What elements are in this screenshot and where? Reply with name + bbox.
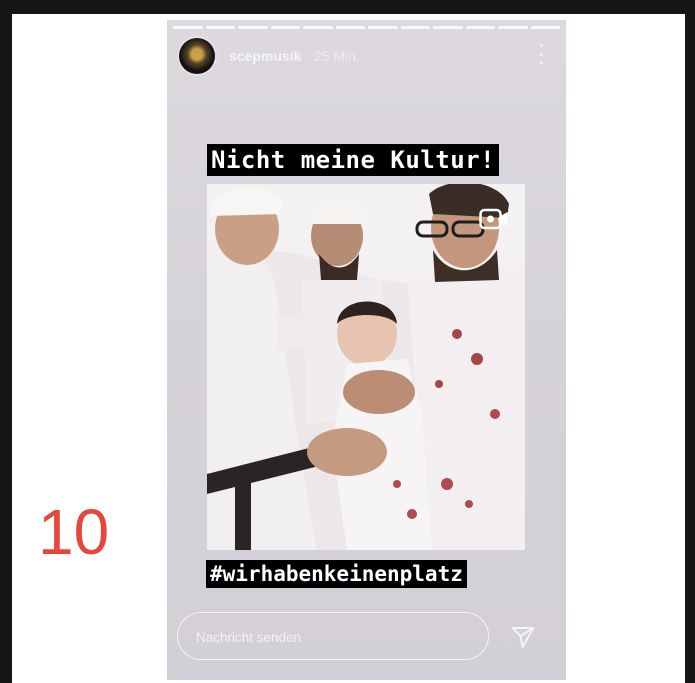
photo-illustration [207, 184, 525, 550]
progress-segment [303, 26, 333, 29]
username[interactable]: scepmusik [229, 48, 301, 64]
hashtag-text: #wirhabenkeinenplatz [206, 560, 467, 588]
progress-segment [498, 26, 528, 29]
slide-number: 10 [38, 496, 110, 568]
progress-segment [400, 26, 430, 29]
story-photo [207, 184, 525, 550]
progress-segment [433, 26, 463, 29]
progress-segment [530, 26, 560, 29]
story-progress-bar [173, 26, 560, 29]
progress-segment [205, 26, 235, 29]
story-header: scepmusik 25 Min. [179, 38, 554, 78]
reels-icon [479, 208, 508, 230]
instagram-story[interactable]: scepmusik 25 Min. Nicht meine Kultur! #w… [167, 20, 566, 680]
send-icon[interactable] [510, 624, 536, 650]
progress-segment [335, 26, 365, 29]
more-options-icon[interactable] [538, 44, 544, 64]
progress-segment [238, 26, 268, 29]
progress-segment [465, 26, 495, 29]
screen-frame-right [685, 0, 695, 683]
screen-frame-left [0, 0, 12, 683]
screen-frame-top [0, 0, 695, 14]
reply-field[interactable] [177, 612, 489, 660]
post-time: 25 Min. [314, 48, 360, 64]
progress-segment [270, 26, 300, 29]
caption-text: Nicht meine Kultur! [207, 144, 500, 176]
progress-segment [173, 26, 203, 29]
progress-segment [368, 26, 398, 29]
message-input[interactable] [194, 625, 468, 649]
avatar[interactable] [179, 38, 215, 74]
